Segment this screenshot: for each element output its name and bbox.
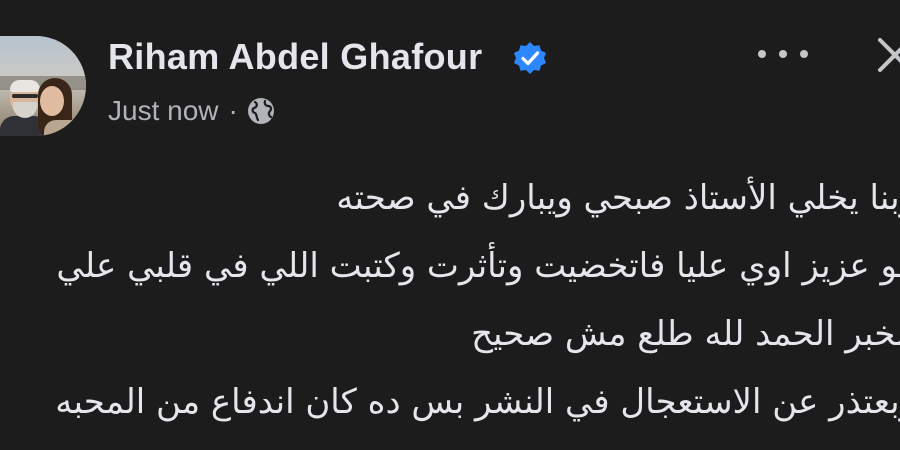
post-card: Riham Abdel Ghafour Just now · ربنا يخلي… — [0, 0, 900, 450]
post-text: ربنا يخلي الأستاذ صبحي ويبارك في صحته هو… — [0, 164, 900, 436]
post-text-line: هو عزيز اوي عليا فاتخضيت وتأثرت وكتبت ال… — [56, 246, 900, 286]
more-options-button[interactable] — [758, 36, 808, 72]
post-text-line: وبعتذر عن الاستعجال في النشر بس ده كان ا… — [55, 382, 900, 422]
avatar-glasses — [12, 94, 38, 98]
post-text-line: ربنا يخلي الأستاذ صبحي ويبارك في صحته — [336, 178, 900, 218]
verified-badge-icon — [514, 42, 546, 74]
globe-icon[interactable] — [246, 96, 276, 126]
post-timestamp[interactable]: Just now — [108, 95, 219, 127]
meta-separator: · — [228, 95, 238, 126]
post-text-line: الخبر الحمد لله طلع مش صحيح — [471, 314, 900, 354]
post-meta: Just now · — [108, 92, 276, 130]
author-name[interactable]: Riham Abdel Ghafour — [108, 36, 482, 78]
avatar-figure-right-face — [40, 86, 64, 116]
avatar-figure-left-hair — [10, 80, 40, 92]
more-dot — [779, 50, 787, 58]
author-avatar[interactable] — [0, 36, 86, 136]
more-dot — [800, 50, 808, 58]
close-icon[interactable] — [870, 30, 900, 80]
more-dot — [758, 50, 766, 58]
avatar-figure-right-body — [44, 120, 86, 136]
